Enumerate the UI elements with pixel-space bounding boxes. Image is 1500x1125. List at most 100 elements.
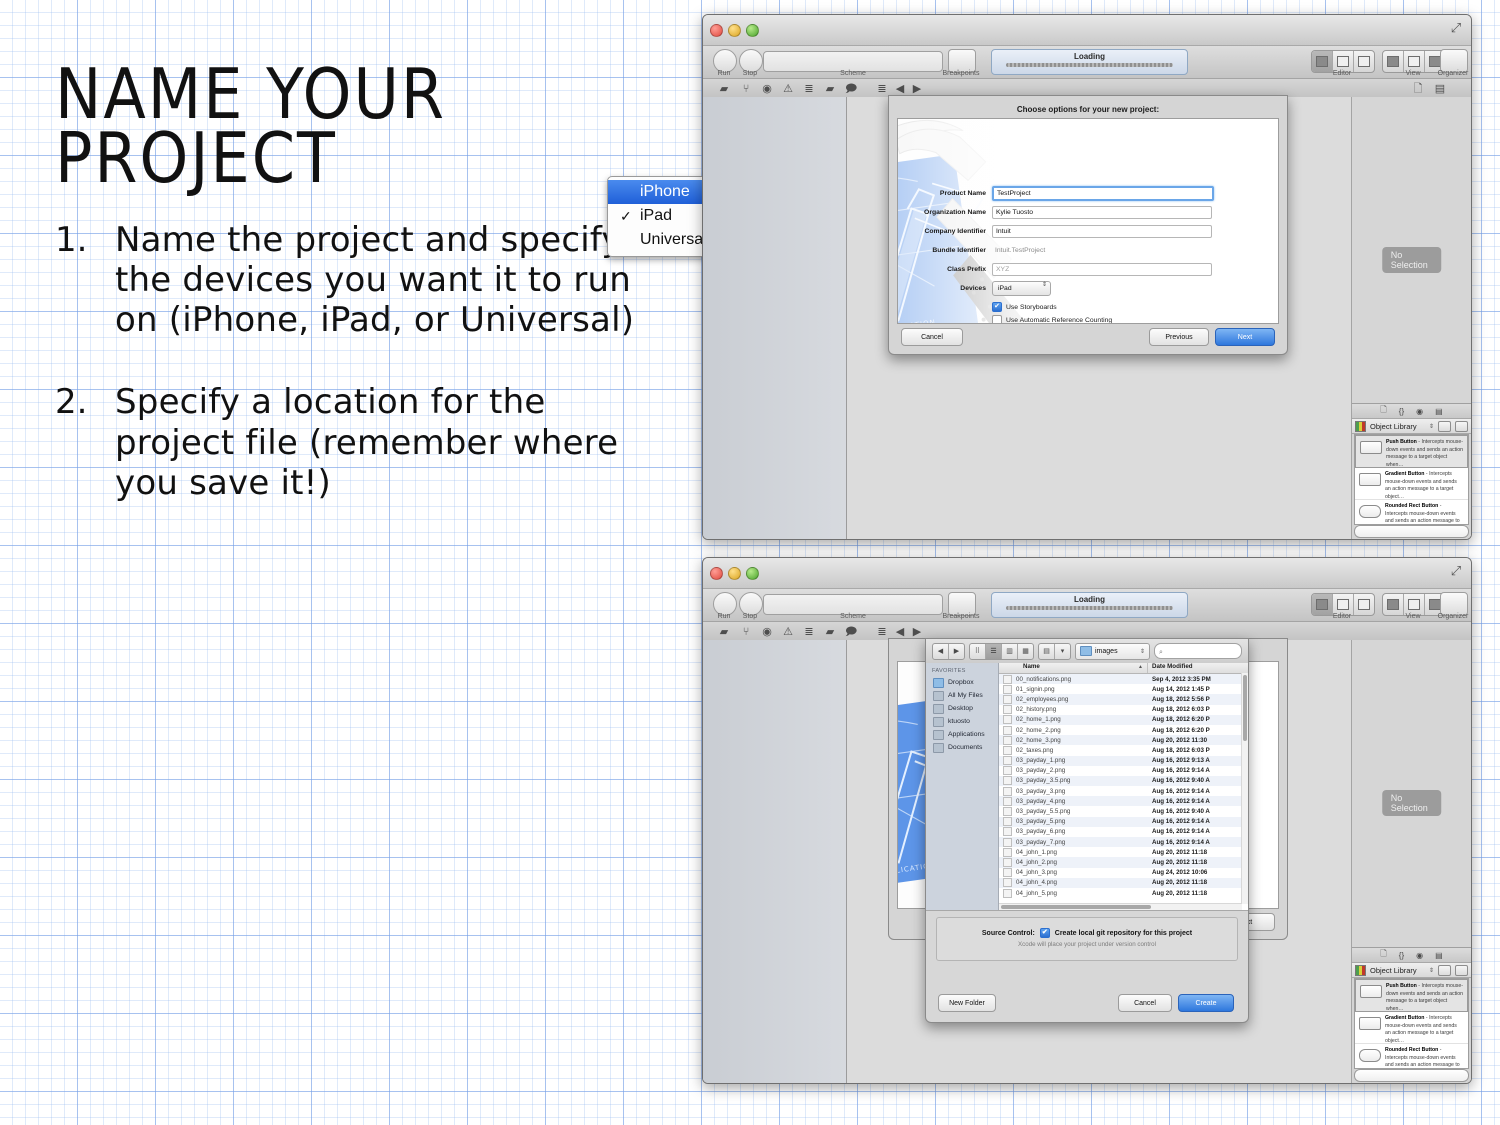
xcode-window-save-project[interactable]: ⤢ Run Stop Scheme Breakpoints Loading Ed… (702, 557, 1472, 1084)
warning-icon[interactable]: ⚠ (782, 83, 794, 95)
folder-icon[interactable]: ▰ (718, 626, 730, 638)
table-row[interactable]: 04_john_1.png Aug 20, 2012 11:18 (999, 847, 1248, 857)
table-row[interactable]: 02_employees.png Aug 18, 2012 5:56 P (999, 694, 1248, 705)
checkbox-checked-icon[interactable]: ✔ (1039, 928, 1050, 938)
chevron-down-icon[interactable]: ⇕ (1429, 423, 1434, 430)
list-item[interactable]: Push Button - Intercepts mouse-down even… (1355, 435, 1468, 468)
use-storyboards-row[interactable]: ✔ Use Storyboards (992, 302, 1057, 312)
table-row[interactable]: 03_payday_4.png Aug 16, 2012 9:14 A (999, 796, 1248, 807)
cancel-button[interactable]: Cancel (901, 328, 963, 346)
zoom-icon[interactable] (746, 567, 759, 580)
editor-version-icon[interactable] (1354, 51, 1374, 72)
library-filter-field[interactable] (1354, 1069, 1469, 1082)
table-row[interactable]: 04_john_2.png Aug 20, 2012 11:18 (999, 857, 1248, 868)
close-icon[interactable] (710, 567, 723, 580)
horizontal-scrollbar[interactable] (999, 903, 1242, 910)
table-row[interactable]: 00_notifications.png Sep 4, 2012 3:35 PM (999, 674, 1248, 685)
close-icon[interactable] (710, 24, 723, 37)
list-item[interactable]: Rounded Rect Button - Intercepts mouse-d… (1355, 1044, 1468, 1068)
list-view-button[interactable] (1455, 964, 1468, 976)
organization-name-input[interactable]: Kylie Tuosto (992, 206, 1212, 219)
table-row[interactable]: 03_payday_7.png Aug 16, 2012 9:14 A (999, 837, 1248, 848)
quick-help-icon[interactable]: ▤ (1434, 83, 1446, 95)
list-item[interactable]: Gradient Button - Intercepts mouse-down … (1355, 468, 1468, 500)
log-icon[interactable]: 🗩 (845, 83, 857, 95)
navigator-pane[interactable] (703, 97, 847, 539)
coverflow-view-icon[interactable]: ▦ (1018, 644, 1033, 659)
inspector-tab-bar[interactable]: 🗋 {} ◉ ▤ (1352, 404, 1471, 419)
column-view-icon[interactable]: ▥ (1002, 643, 1018, 659)
chevron-down-icon[interactable]: ⇕ (1429, 967, 1434, 974)
table-row[interactable]: 01_signin.png Aug 14, 2012 1:45 P (999, 684, 1248, 694)
utilities-pane[interactable]: No Selection 🗋 {} ◉ ▤ Object Library ⇕ P… (1351, 97, 1471, 539)
forward-icon[interactable]: ▶ (911, 626, 923, 638)
table-row[interactable]: 02_history.png Aug 18, 2012 6:03 P (999, 705, 1248, 715)
object-library-icon[interactable]: ◉ (1416, 951, 1423, 960)
navigator-toggle-icon[interactable] (1383, 51, 1404, 72)
table-row[interactable]: 04_john_3.png Aug 24, 2012 10:06 (999, 868, 1248, 878)
fullscreen-icon[interactable]: ⤢ (1449, 21, 1463, 35)
new-folder-button[interactable]: New Folder (938, 994, 996, 1012)
sidebar-item-home[interactable]: ktuosto (926, 715, 998, 728)
location-popup-button[interactable]: images ⇕ (1075, 642, 1150, 660)
list-item[interactable]: Rounded Rect Button - Intercepts mouse-d… (1355, 500, 1468, 524)
list-item[interactable]: Gradient Button - Intercepts mouse-down … (1355, 1012, 1468, 1044)
cancel-button[interactable]: Cancel (1118, 994, 1172, 1012)
favorites-sidebar[interactable]: FAVORITES Dropbox All My Files Desktop k… (926, 663, 999, 910)
column-header-name[interactable]: Name ▲ (999, 663, 1147, 673)
back-forward-segmented[interactable]: ◀ ▶ (932, 642, 965, 660)
chevron-down-icon[interactable]: ▾ (1055, 644, 1070, 659)
sidebar-item-desktop[interactable]: Desktop (926, 702, 998, 715)
table-row[interactable]: 03_payday_3.png Aug 16, 2012 9:14 A (999, 786, 1248, 796)
debug-toggle-icon[interactable] (1404, 51, 1425, 72)
navigator-toggle-icon[interactable] (1383, 594, 1404, 615)
editor-standard-icon[interactable] (1312, 594, 1333, 615)
object-library-header[interactable]: Object Library ⇕ (1352, 419, 1471, 434)
list-view-icon[interactable]: ☰ (986, 643, 1002, 659)
file-list[interactable]: Name ▲ Date Modified 00_notifications.pn… (999, 663, 1248, 910)
create-button[interactable]: Create (1178, 994, 1234, 1012)
file-template-library-icon[interactable]: 🗋 (1380, 948, 1386, 962)
company-identifier-input[interactable]: Intuit (992, 225, 1212, 238)
sidebar-item-all-my-files[interactable]: All My Files (926, 689, 998, 702)
file-template-library-icon[interactable]: 🗋 (1380, 404, 1386, 418)
back-icon[interactable]: ◀ (894, 626, 906, 638)
object-library-header[interactable]: Object Library ⇕ (1352, 963, 1471, 978)
class-prefix-input[interactable]: XYZ (992, 263, 1212, 276)
table-row[interactable]: 04_john_5.png Aug 20, 2012 11:18 (999, 888, 1248, 898)
forward-icon[interactable]: ▶ (911, 83, 923, 95)
test-icon[interactable]: ≣ (803, 626, 815, 638)
sidebar-item-dropbox[interactable]: Dropbox (926, 676, 998, 689)
sidebar-item-applications[interactable]: Applications (926, 728, 998, 741)
minimize-icon[interactable] (728, 567, 741, 580)
table-row[interactable]: 02_taxes.png Aug 18, 2012 6:03 P (999, 745, 1248, 755)
object-library-icon[interactable]: ◉ (1416, 407, 1423, 416)
object-library-panel[interactable]: 🗋 {} ◉ ▤ Object Library ⇕ Push Button - … (1352, 403, 1471, 539)
checkbox-icon[interactable] (992, 315, 1002, 323)
table-row[interactable]: 03_payday_1.png Aug 16, 2012 9:13 A (999, 755, 1248, 766)
arrange-icon[interactable]: ▤ (1039, 643, 1055, 659)
table-row[interactable]: 02_home_3.png Aug 20, 2012 11:30 (999, 735, 1248, 746)
minimize-icon[interactable] (728, 24, 741, 37)
list-view-button[interactable] (1455, 420, 1468, 432)
zoom-icon[interactable] (746, 24, 759, 37)
log-icon[interactable]: 🗩 (845, 626, 857, 638)
xcode-window-new-project[interactable]: ⤢ Run Stop Scheme Breakpoints Loading Ed… (702, 14, 1472, 540)
view-mode-segmented[interactable]: ⠿ ☰ ▥ ▦ (969, 642, 1034, 660)
window-controls[interactable] (710, 567, 759, 580)
arrange-by-button[interactable]: ▤ ▾ (1038, 642, 1071, 660)
test-icon[interactable]: ≣ (803, 83, 815, 95)
scrollbar-thumb[interactable] (1243, 675, 1247, 741)
new-project-options-sheet[interactable]: Choose options for your new project: MOB… (888, 95, 1288, 355)
warning-icon[interactable]: ⚠ (782, 626, 794, 638)
column-header-date-modified[interactable]: Date Modified (1147, 663, 1248, 673)
table-row[interactable]: 03_payday_5.5.png Aug 16, 2012 9:40 A (999, 806, 1248, 817)
vertical-scrollbar[interactable] (1241, 673, 1248, 904)
table-row[interactable]: 02_home_1.png Aug 18, 2012 6:20 P (999, 714, 1248, 725)
symbol-icon[interactable]: ◉ (761, 83, 773, 95)
grid-view-button[interactable] (1438, 964, 1451, 976)
folder-icon[interactable]: ▰ (718, 83, 730, 95)
checkbox-checked-icon[interactable]: ✔ (992, 302, 1002, 312)
next-button[interactable]: Next (1215, 328, 1275, 346)
jumpbar-icon[interactable]: ≣ (876, 626, 888, 638)
